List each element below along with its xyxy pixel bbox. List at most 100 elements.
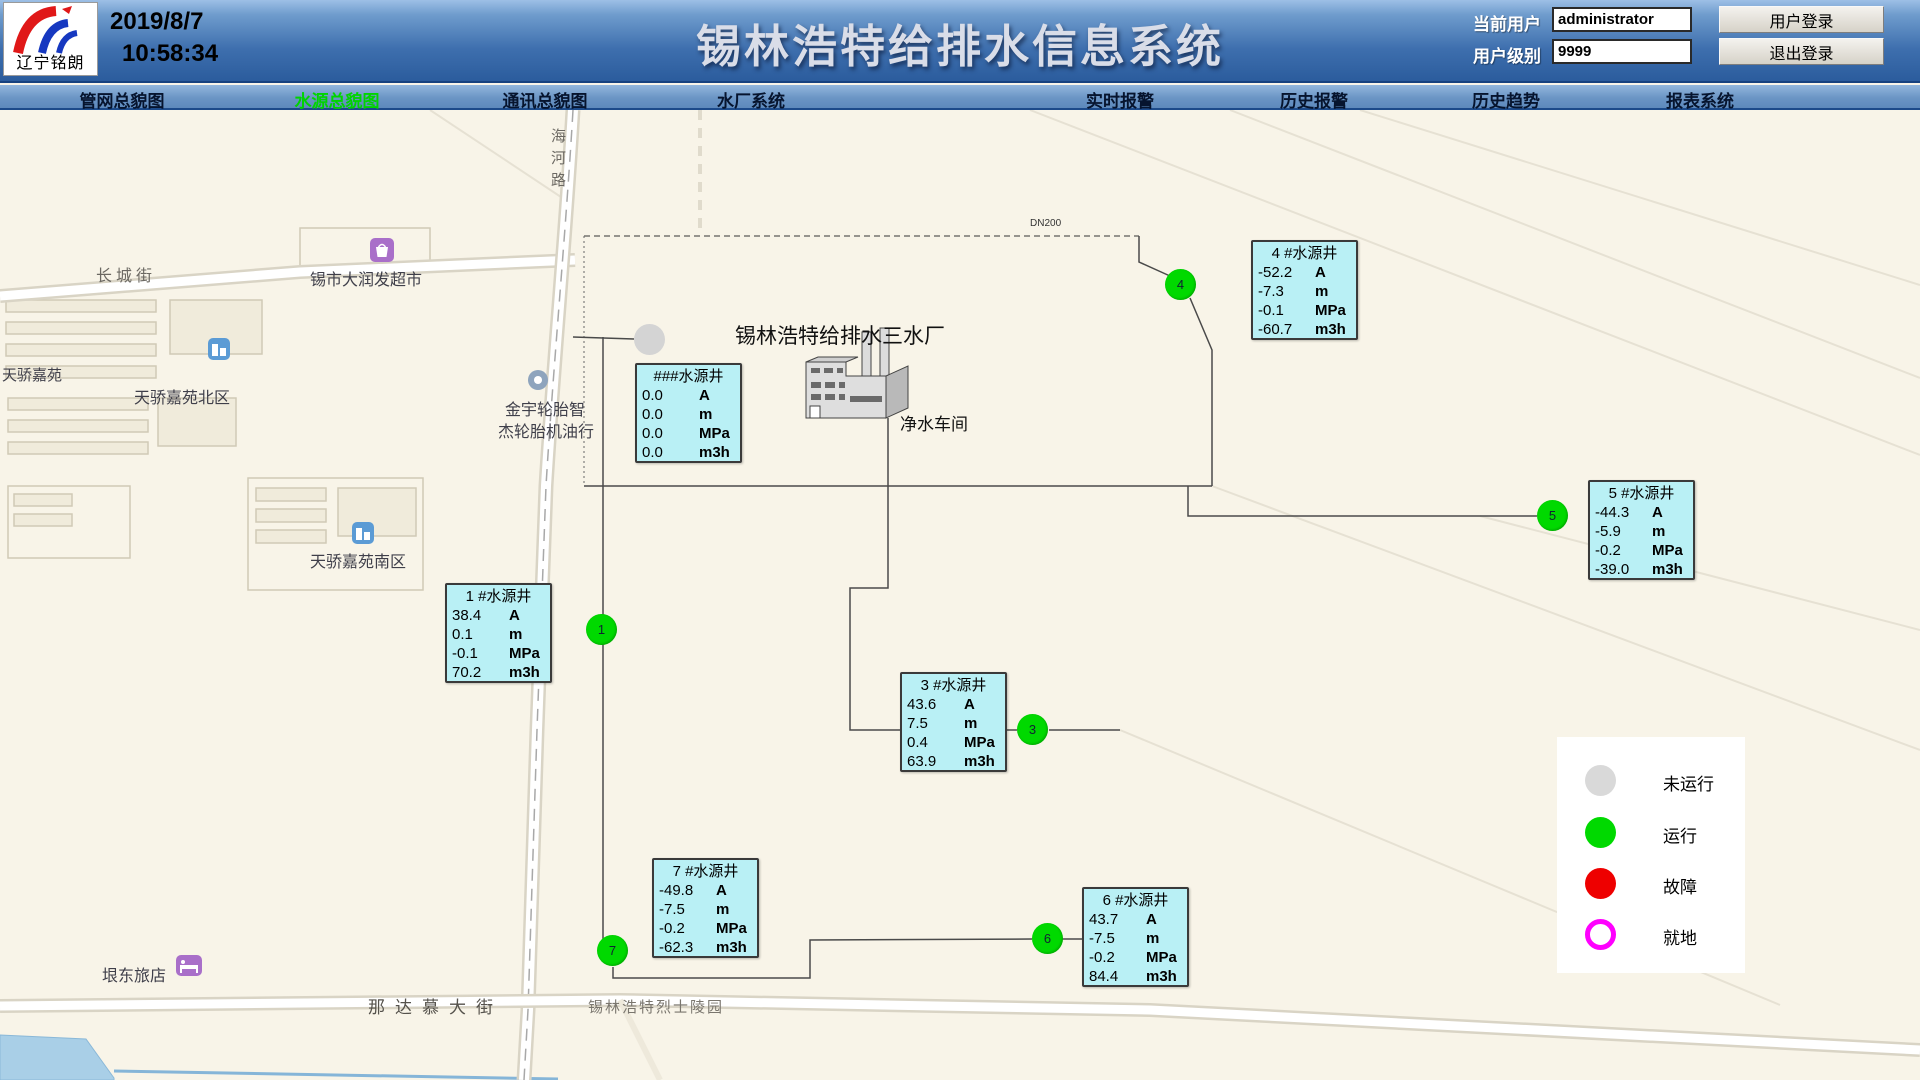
well-title: 7 #水源井 xyxy=(659,862,752,881)
well-flow: -60.7 xyxy=(1258,320,1292,339)
poi-label-tianjiao: 天骄嘉苑 xyxy=(2,364,62,385)
unit-label: m3h xyxy=(1652,560,1683,579)
supermarket-icon[interactable] xyxy=(370,238,394,262)
nav-communication-overview[interactable]: 通讯总貌图 xyxy=(503,87,588,112)
street-label-haihelu-north: 海河路 xyxy=(547,128,568,194)
well-status-circle-3[interactable]: 3 xyxy=(1017,714,1048,745)
water-area xyxy=(0,1035,558,1080)
nav-pipe-network-overview[interactable]: 管网总貌图 xyxy=(80,87,165,112)
well-title: 5 #水源井 xyxy=(1595,484,1688,503)
unit-label: m xyxy=(1652,522,1665,541)
well-status-circle-7[interactable]: 7 xyxy=(597,935,628,966)
legend-local-label: 就地 xyxy=(1663,924,1697,949)
user-login-button[interactable]: 用户登录 xyxy=(1719,6,1884,33)
well-box-6[interactable]: 6 #水源井 43.7A -7.5m -0.2MPa 84.4m3h xyxy=(1082,887,1189,987)
well-current: 0.0 xyxy=(642,386,663,405)
unit-label: MPa xyxy=(509,644,540,663)
plant-name-label: 锡林浩特给排水三水厂 xyxy=(735,320,945,350)
unit-label: m3h xyxy=(699,443,730,462)
unit-label: m3h xyxy=(964,752,995,771)
logout-button[interactable]: 退出登录 xyxy=(1719,38,1884,65)
well-number: 1 xyxy=(598,622,605,637)
nav-report-system[interactable]: 报表系统 xyxy=(1666,87,1734,112)
unit-label: A xyxy=(716,881,727,900)
main-menu-bar: 管网总貌图 水源总貌图 通讯总貌图 水厂系统 实时报警 历史报警 历史趋势 报表… xyxy=(0,85,1920,110)
unit-label: MPa xyxy=(1146,948,1177,967)
unit-label: m3h xyxy=(716,938,747,957)
well-status-circle-unassigned[interactable] xyxy=(634,324,665,355)
well-flow: 63.9 xyxy=(907,752,936,771)
well-box-unassigned[interactable]: ###水源井 0.0A 0.0m 0.0MPa 0.0m3h xyxy=(635,363,742,463)
workshop-label: 净水车间 xyxy=(900,410,968,435)
poi-label-hotel: 垠东旅店 xyxy=(102,962,166,986)
legend-fault-icon xyxy=(1585,868,1616,899)
well-pressure: -0.2 xyxy=(1089,948,1115,967)
hotel-bed-icon[interactable] xyxy=(176,955,202,976)
poi-label-supermarket: 锡市大润发超市 xyxy=(310,266,422,290)
well-title: 4 #水源井 xyxy=(1258,244,1351,263)
well-pressure: 0.0 xyxy=(642,424,663,443)
nav-water-source-overview[interactable]: 水源总貌图 xyxy=(295,87,380,112)
legend-running-icon xyxy=(1585,817,1616,848)
well-current: -44.3 xyxy=(1595,503,1629,522)
well-box-3[interactable]: 3 #水源井 43.6A 7.5m 0.4MPa 63.9m3h xyxy=(900,672,1007,772)
well-level: 7.5 xyxy=(907,714,928,733)
well-pressure: -0.1 xyxy=(1258,301,1284,320)
street-label-nadamu: 那达慕大街 xyxy=(368,993,503,1018)
well-number: 4 xyxy=(1177,277,1184,292)
unit-label: MPa xyxy=(1315,301,1346,320)
status-legend: 未运行 运行 故障 就地 xyxy=(1557,737,1745,973)
poi-label-tire-shop-1: 金宇轮胎智 xyxy=(505,396,585,420)
well-flow: 70.2 xyxy=(452,663,481,682)
tire-shop-icon[interactable] xyxy=(528,370,548,390)
unit-label: m3h xyxy=(509,663,540,682)
unit-label: m xyxy=(1315,282,1328,301)
legend-fault-label: 故障 xyxy=(1663,873,1697,898)
nav-realtime-alarm[interactable]: 实时报警 xyxy=(1086,87,1154,112)
unit-label: m xyxy=(509,625,522,644)
user-level-field[interactable] xyxy=(1552,39,1692,64)
nav-water-plant-system[interactable]: 水厂系统 xyxy=(717,87,785,112)
well-box-1[interactable]: 1 #水源井 38.4A 0.1m -0.1MPa 70.2m3h xyxy=(445,583,552,683)
well-title: ###水源井 xyxy=(642,367,735,386)
unit-label: A xyxy=(1146,910,1157,929)
well-level: 0.1 xyxy=(452,625,473,644)
well-number: 3 xyxy=(1029,722,1036,737)
well-flow: -39.0 xyxy=(1595,560,1629,579)
well-status-circle-6[interactable]: 6 xyxy=(1032,923,1063,954)
title-bar: 辽宁铭朗 2019/8/7 10:58:34 锡林浩特给排水信息系统 当前用户 … xyxy=(0,0,1920,83)
scada-window: 辽宁铭朗 2019/8/7 10:58:34 锡林浩特给排水信息系统 当前用户 … xyxy=(0,0,1920,1080)
unit-label: A xyxy=(964,695,975,714)
map-canvas: 长城街 海河路 海河路 那达慕大街 锡林浩特烈士陵园 天骄嘉苑 天骄嘉苑北区 天… xyxy=(0,110,1920,1080)
well-current: 43.7 xyxy=(1089,910,1118,929)
well-number: 6 xyxy=(1044,931,1051,946)
well-status-circle-1[interactable]: 1 xyxy=(586,614,617,645)
unit-label: A xyxy=(1315,263,1326,282)
nav-history-alarm[interactable]: 历史报警 xyxy=(1280,87,1348,112)
well-title: 6 #水源井 xyxy=(1089,891,1182,910)
legend-stopped-label: 未运行 xyxy=(1663,770,1714,795)
well-level: 0.0 xyxy=(642,405,663,424)
poi-label-martyrs-cemetery: 锡林浩特烈士陵园 xyxy=(588,996,724,1017)
nav-history-trend[interactable]: 历史趋势 xyxy=(1472,87,1540,112)
unit-label: m xyxy=(1146,929,1159,948)
well-box-4[interactable]: 4 #水源井 -52.2A -7.3m -0.1MPa -60.7m3h xyxy=(1251,240,1358,340)
well-pressure: 0.4 xyxy=(907,733,928,752)
current-user-field[interactable] xyxy=(1552,7,1692,32)
pipe-diameter-label: DN200 xyxy=(1030,218,1061,229)
current-user-label: 当前用户 xyxy=(1473,10,1541,35)
well-box-7[interactable]: 7 #水源井 -49.8A -7.5m -0.2MPa -62.3m3h xyxy=(652,858,759,958)
well-current: 43.6 xyxy=(907,695,936,714)
user-level-label: 用户级别 xyxy=(1473,42,1541,67)
poi-label-tianjiao-north: 天骄嘉苑北区 xyxy=(134,384,230,408)
unit-label: m xyxy=(699,405,712,424)
district-south-icon[interactable] xyxy=(352,522,374,544)
well-title: 3 #水源井 xyxy=(907,676,1000,695)
unit-label: m xyxy=(716,900,729,919)
legend-local-icon xyxy=(1585,919,1616,950)
well-status-circle-4[interactable]: 4 xyxy=(1165,269,1196,300)
well-flow: -62.3 xyxy=(659,938,693,957)
district-north-icon[interactable] xyxy=(208,338,230,360)
well-status-circle-5[interactable]: 5 xyxy=(1537,500,1568,531)
well-box-5[interactable]: 5 #水源井 -44.3A -5.9m -0.2MPa -39.0m3h xyxy=(1588,480,1695,580)
